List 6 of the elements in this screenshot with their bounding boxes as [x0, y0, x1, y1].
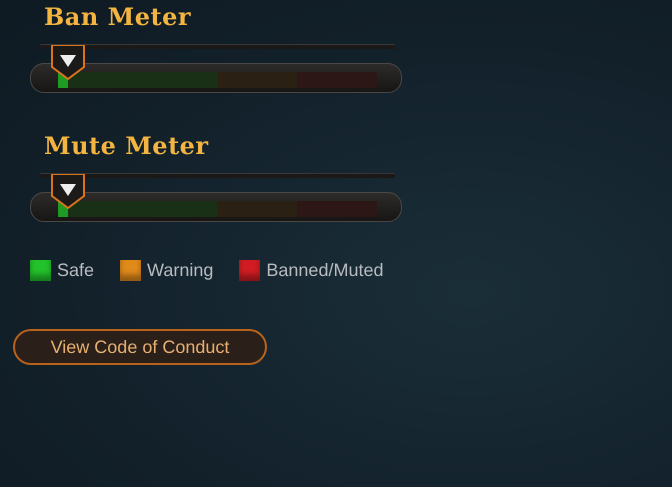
meter-title: Mute Meter: [44, 131, 210, 161]
meter-title: Ban Meter: [44, 2, 192, 32]
legend-label: Safe: [57, 260, 94, 281]
code-of-conduct-button[interactable]: View Code of Conduct: [13, 329, 267, 365]
legend-label: Warning: [147, 260, 214, 281]
legend-label: Banned/Muted: [266, 260, 384, 281]
